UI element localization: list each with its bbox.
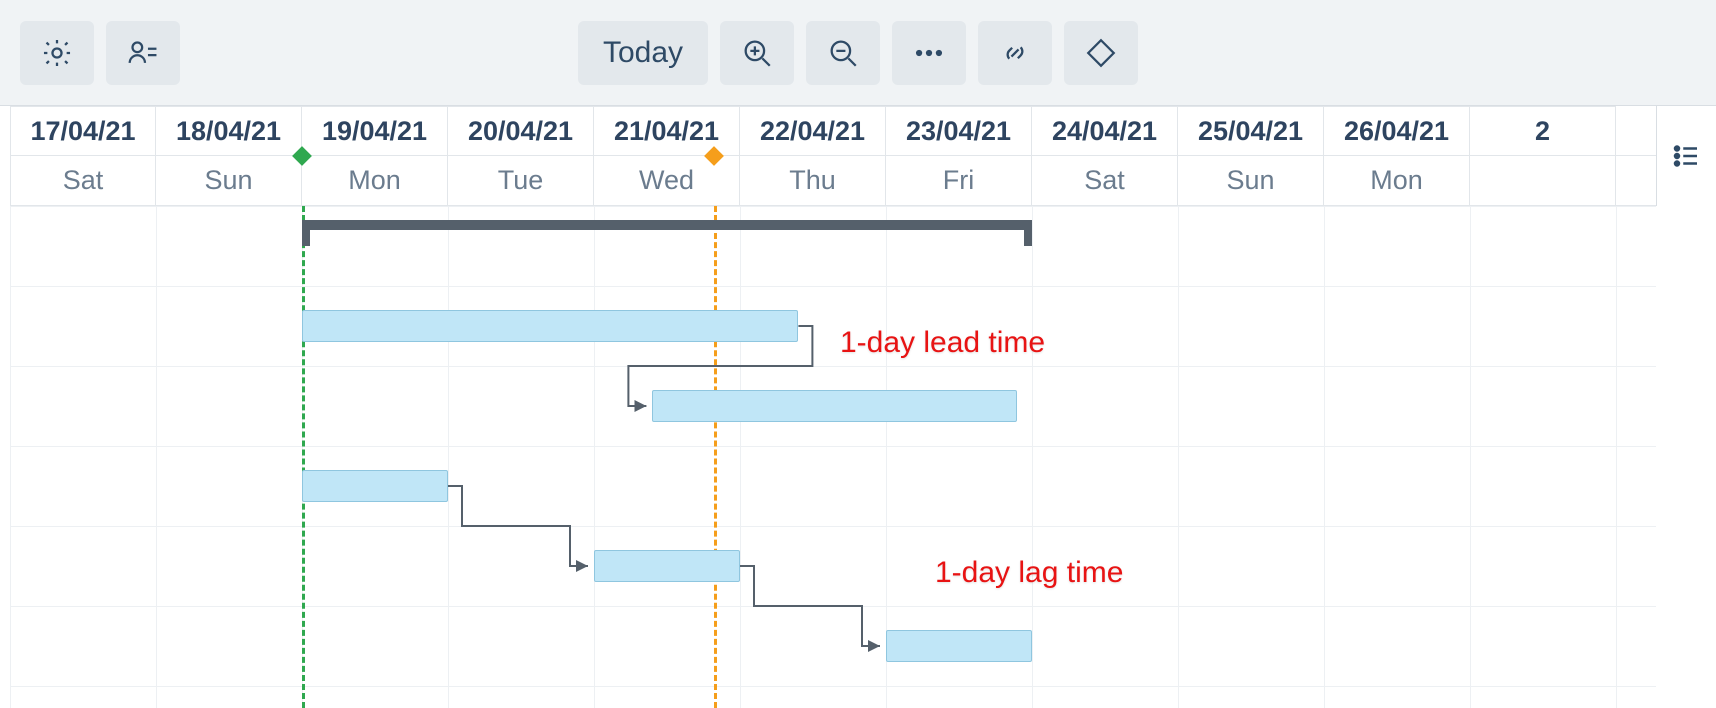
toolbar-left-group [20,21,180,85]
day-header-cell: Wed [594,156,740,205]
day-header-cell: Mon [1324,156,1470,205]
day-header-cell: Sun [156,156,302,205]
day-header-row: SatSunMonTueWedThuFriSatSunMon [10,156,1656,206]
task-bar[interactable] [302,310,798,342]
day-header-cell: Tue [448,156,594,205]
zoom-in-button[interactable] [720,21,794,85]
date-header-row: 17/04/2118/04/2119/04/2120/04/2121/04/21… [10,106,1656,156]
day-header-cell: Sat [1032,156,1178,205]
link-icon [998,36,1032,70]
diamond-icon [1084,36,1118,70]
dependency-layer [10,206,1656,708]
day-header-cell: Fri [886,156,1032,205]
project-start-marker [302,206,305,708]
gantt-grid[interactable]: 1-day lead time 1-day lag time [10,206,1656,708]
date-header-cell: 19/04/21 [302,106,448,155]
zoom-out-button[interactable] [806,21,880,85]
day-header-cell [1470,156,1616,205]
date-header-cell: 25/04/21 [1178,106,1324,155]
date-header-cell: 2 [1470,106,1616,155]
annotation-label: 1-day lead time [840,326,1045,360]
gear-icon [40,36,74,70]
day-header-cell: Sun [1178,156,1324,205]
link-button[interactable] [978,21,1052,85]
day-header-cell: Thu [740,156,886,205]
zoom-in-icon [740,36,774,70]
date-header-cell: 26/04/21 [1324,106,1470,155]
day-header-cell: Sat [10,156,156,205]
today-marker [714,206,717,708]
side-panel-toggle[interactable] [1656,106,1716,206]
date-header-cell: 18/04/21 [156,106,302,155]
day-header-cell: Mon [302,156,448,205]
summary-bar[interactable] [302,220,1032,230]
milestone-button[interactable] [1064,21,1138,85]
task-bar[interactable] [302,470,448,502]
ellipsis-icon [912,36,946,70]
resources-button[interactable] [106,21,180,85]
date-header-cell: 21/04/21 [594,106,740,155]
date-header-cell: 23/04/21 [886,106,1032,155]
list-icon [1672,141,1702,171]
task-bar[interactable] [652,390,1017,422]
more-button[interactable] [892,21,966,85]
gantt-timeline: 17/04/2118/04/2119/04/2120/04/2121/04/21… [10,106,1656,708]
date-header-cell: 22/04/21 [740,106,886,155]
toolbar: Today [0,0,1716,106]
settings-button[interactable] [20,21,94,85]
date-header-cell: 20/04/21 [448,106,594,155]
task-bar[interactable] [886,630,1032,662]
today-button[interactable]: Today [578,21,708,85]
person-list-icon [126,36,160,70]
annotation-label: 1-day lag time [935,556,1123,590]
today-label: Today [603,36,683,70]
toolbar-center-group: Today [578,21,1138,85]
date-header-cell: 17/04/21 [10,106,156,155]
zoom-out-icon [826,36,860,70]
task-bar[interactable] [594,550,740,582]
date-header-cell: 24/04/21 [1032,106,1178,155]
